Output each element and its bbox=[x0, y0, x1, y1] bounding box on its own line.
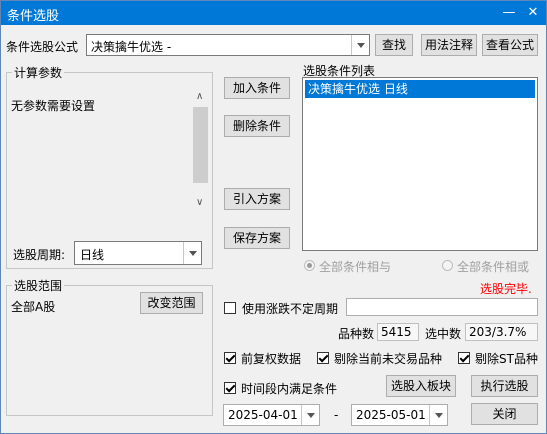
usage-notes-button[interactable]: 用法注释 bbox=[421, 34, 477, 56]
conditions-list-item[interactable]: 决策擒牛优选 日线 bbox=[305, 80, 535, 98]
total-count-label: 品种数 bbox=[338, 327, 375, 341]
period-satisfy-label: 时间段内满足条件 bbox=[241, 382, 338, 396]
scroll-up-icon[interactable]: ∧ bbox=[196, 91, 203, 102]
cycle-select-value: 日线 bbox=[80, 248, 105, 262]
date-separator: - bbox=[334, 408, 339, 422]
exclude-st-checkbox[interactable] bbox=[458, 352, 470, 364]
start-date-value: 2025-04-01 bbox=[228, 408, 298, 422]
exclude-halted-label: 剔除当前未交易品种 bbox=[334, 352, 443, 366]
execute-selection-button[interactable]: 执行选股 bbox=[471, 375, 538, 397]
total-count-value: 5415 bbox=[377, 323, 419, 341]
find-button[interactable]: 查找 bbox=[375, 34, 413, 56]
scroll-down-icon[interactable]: ∨ bbox=[196, 197, 203, 208]
start-date-picker[interactable]: 2025-04-01 bbox=[223, 404, 320, 426]
title-bar: 条件选股 — ✕ bbox=[1, 1, 546, 25]
formula-label: 条件选股公式 bbox=[6, 40, 79, 54]
window-title: 条件选股 bbox=[7, 9, 60, 24]
or-radio-label: 全部条件相或 bbox=[457, 260, 530, 274]
or-radio[interactable] bbox=[442, 260, 453, 271]
formula-select[interactable]: 决策擒牛优选 - bbox=[86, 34, 370, 56]
end-date-value: 2025-05-01 bbox=[356, 408, 426, 422]
cycle-select[interactable]: 日线 bbox=[74, 241, 202, 265]
minimize-button[interactable]: — bbox=[497, 1, 521, 25]
add-condition-button[interactable]: 加入条件 bbox=[224, 77, 290, 99]
variable-period-input[interactable] bbox=[346, 298, 538, 316]
exclude-st-label: 剔除ST品种 bbox=[475, 352, 538, 366]
close-button[interactable]: 关闭 bbox=[471, 403, 538, 425]
close-window-button[interactable]: ✕ bbox=[521, 1, 545, 25]
range-legend: 选股范围 bbox=[12, 277, 65, 294]
exclude-halted-checkbox[interactable] bbox=[317, 352, 329, 364]
scroll-thumb[interactable] bbox=[193, 107, 208, 183]
save-scheme-button[interactable]: 保存方案 bbox=[224, 227, 290, 249]
end-date-picker[interactable]: 2025-05-01 bbox=[351, 404, 448, 426]
change-range-button[interactable]: 改变范围 bbox=[140, 292, 203, 314]
view-formula-button[interactable]: 查看公式 bbox=[482, 34, 538, 56]
status-text: 选股完毕. bbox=[480, 282, 532, 296]
params-scrollbar[interactable]: ∧ ∨ bbox=[192, 89, 209, 215]
params-message: 无参数需要设置 bbox=[11, 99, 96, 113]
import-scheme-button[interactable]: 引入方案 bbox=[224, 188, 290, 210]
period-satisfy-checkbox[interactable] bbox=[224, 382, 236, 394]
and-radio[interactable] bbox=[304, 260, 315, 271]
chevron-down-icon[interactable] bbox=[183, 242, 201, 264]
selected-count-label: 选中数 bbox=[425, 327, 462, 341]
add-to-block-button[interactable]: 选股入板块 bbox=[386, 375, 456, 397]
formula-select-value: 决策擒牛优选 - bbox=[91, 40, 172, 54]
adjust-data-label: 前复权数据 bbox=[241, 352, 302, 366]
range-value: 全部A股 bbox=[11, 300, 56, 314]
selected-count-value: 203/3.7% bbox=[465, 323, 538, 341]
condition-stock-picker-window: 条件选股 — ✕ 条件选股公式 决策擒牛优选 - 查找 用法注释 查看公式 计算… bbox=[0, 0, 547, 434]
variable-period-checkbox[interactable] bbox=[224, 302, 236, 314]
conditions-list[interactable]: 决策擒牛优选 日线 bbox=[302, 77, 538, 251]
chevron-down-icon[interactable] bbox=[301, 405, 319, 425]
chevron-down-icon[interactable] bbox=[351, 35, 369, 55]
and-radio-label: 全部条件相与 bbox=[319, 260, 392, 274]
remove-condition-button[interactable]: 删除条件 bbox=[224, 115, 290, 137]
chevron-down-icon[interactable] bbox=[429, 405, 447, 425]
cycle-label: 选股周期: bbox=[13, 248, 66, 262]
variable-period-label: 使用涨跌不定周期 bbox=[242, 302, 339, 316]
params-legend: 计算参数 bbox=[12, 64, 65, 81]
adjust-data-checkbox[interactable] bbox=[224, 352, 236, 364]
